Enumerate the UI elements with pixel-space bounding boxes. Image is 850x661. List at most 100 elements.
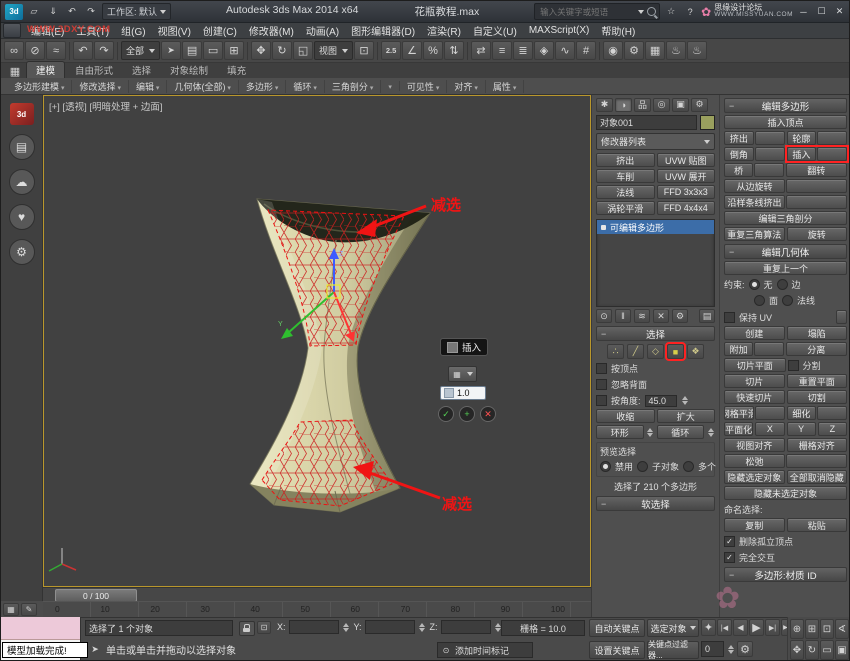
heart-icon[interactable] [9,204,35,230]
planar-x-button[interactable]: X [755,422,784,436]
viewport-label[interactable]: [+] [透视] [明暗处理 + 边面] [49,99,163,113]
set-key-button[interactable]: 设置关键点 [589,641,645,659]
caddy-mode-dropdown[interactable] [448,366,477,382]
zoom-icon[interactable] [790,619,804,639]
rollout-soft-selection[interactable]: 软选择 [596,496,715,511]
chevron-down-icon[interactable] [638,10,644,14]
tab-object-paint[interactable]: 对象绘制 [161,62,217,78]
gear-icon[interactable] [9,239,35,265]
tessellate-button[interactable]: 细化 [787,406,817,420]
ring-button[interactable]: 环形 [596,425,644,439]
document-icon[interactable] [9,134,35,160]
attach-settings-icon[interactable] [754,342,783,356]
configure-modifier-sets-icon[interactable] [672,309,688,323]
minimize-button[interactable] [796,5,811,19]
selection-lock-icon[interactable] [239,621,255,636]
workspace-selector[interactable]: 工作区: 默认 [102,3,171,20]
render-setup-icon[interactable] [624,41,644,60]
layer-manager-icon[interactable] [513,41,533,60]
copy-button[interactable]: 复制 [724,518,785,532]
cloud-icon[interactable] [9,169,35,195]
menu-views[interactable]: 视图(V) [152,23,197,38]
bevel-button[interactable]: 倒角 [724,147,754,161]
field-of-view-icon[interactable] [835,619,849,639]
modifier-button[interactable]: 法线 [596,185,655,199]
align-icon[interactable] [492,41,512,60]
y-coordinate-field[interactable] [365,620,415,634]
snap-toggle-icon[interactable]: 2.5 [381,41,401,60]
previous-frame-icon[interactable] [733,619,748,636]
meshsmooth-settings-icon[interactable] [755,406,785,420]
bridge-settings-icon[interactable] [754,163,783,177]
group-polygon-modeling[interactable]: 多边形建模 [7,80,72,93]
spline-settings-icon[interactable] [786,195,847,209]
group-tris[interactable]: 三角剖分 [325,80,381,93]
preserve-uv-settings-icon[interactable] [836,310,847,324]
group-loops[interactable]: 循环 [286,80,324,93]
percent-snap-icon[interactable] [423,41,443,60]
schematic-view-icon[interactable] [576,41,596,60]
group-properties[interactable]: 属性 [486,80,524,93]
time-tag-field[interactable]: 添加时间标记 [437,642,533,658]
modifier-button[interactable]: FFD 3x3x3 [657,185,716,199]
absolute-offset-toggle-icon[interactable] [257,621,271,634]
constraint-none-radio[interactable] [749,279,760,290]
bind-spacewarp-icon[interactable] [46,41,66,60]
caddy-apply-button[interactable] [459,406,475,422]
group-visibility[interactable]: 可见性 [400,80,447,93]
render-production-icon[interactable] [666,41,686,60]
set-keys-icon[interactable] [701,619,716,636]
trackbar-filter-icon[interactable] [21,603,37,616]
group-align[interactable]: 对齐 [447,80,485,93]
modifier-sets-menu-icon[interactable] [699,309,715,323]
group-edit[interactable]: 编辑 [129,80,167,93]
menu-customize[interactable]: 自定义(U) [467,23,523,38]
menu-help[interactable]: 帮助(H) [595,23,641,38]
tab-selection[interactable]: 选择 [123,62,160,78]
by-angle-checkbox[interactable] [596,395,607,406]
modifier-button[interactable]: FFD 4x4x4 [657,201,716,215]
favorites-icon[interactable] [663,4,679,19]
preserve-uv-checkbox[interactable] [724,312,735,323]
constraint-normal-radio[interactable] [782,295,793,306]
object-name-field[interactable]: 对象001 [596,115,697,130]
app-logo-icon[interactable] [5,4,23,20]
menu-rendering[interactable]: 渲染(R) [421,23,467,38]
caddy-cancel-button[interactable] [480,406,496,422]
search-input[interactable] [538,6,632,18]
rollout-selection[interactable]: 选择 [596,326,715,341]
x-spinner[interactable] [342,623,351,632]
loop-spinner[interactable] [706,428,715,437]
viewport-canvas[interactable]: Z Y X 减选 减选 [44,96,590,586]
outline-button[interactable]: 轮廓 [787,131,817,145]
track-bar[interactable]: 0 10 20 30 40 50 60 70 80 90 100 [43,601,591,617]
hide-selected-button[interactable]: 隐藏选定对象 [724,470,785,484]
orbit-icon[interactable] [805,640,819,660]
frame-spinner[interactable] [726,645,735,654]
insert-vertex-button[interactable]: 插入顶点 [724,115,847,129]
rollout-polygon-material-id[interactable]: 多边形:材质 ID [724,567,847,582]
caddy-amount-field[interactable]: 1.0 [440,386,486,400]
maximize-viewport-icon[interactable] [835,640,849,660]
save-icon[interactable] [45,4,61,19]
grid-align-button[interactable]: 栅格对齐 [787,438,848,452]
meshsmooth-button[interactable]: 网格平滑 [724,406,754,420]
caddy-ok-button[interactable] [438,406,454,422]
ring-spinner[interactable] [646,428,655,437]
object-color-swatch[interactable] [700,115,715,130]
inset-settings-icon[interactable] [817,147,847,161]
modifier-button[interactable]: UVW 展开 [657,169,716,183]
select-by-name-icon[interactable] [182,41,202,60]
vertex-mode-icon[interactable] [607,344,624,359]
modifier-button[interactable]: 挤出 [596,153,655,167]
menu-modifiers[interactable]: 修改器(M) [243,23,300,38]
modifier-button[interactable]: UVW 贴图 [657,153,716,167]
remove-modifier-icon[interactable] [653,309,669,323]
slice-plane-button[interactable]: 切片平面 [724,358,786,372]
undo-icon[interactable] [73,41,93,60]
create-button[interactable]: 创建 [724,326,785,340]
pan-icon[interactable] [790,640,804,660]
extrude-button[interactable]: 挤出 [724,131,754,145]
rendered-frame-icon[interactable] [645,41,665,60]
zoom-all-icon[interactable] [805,619,819,639]
